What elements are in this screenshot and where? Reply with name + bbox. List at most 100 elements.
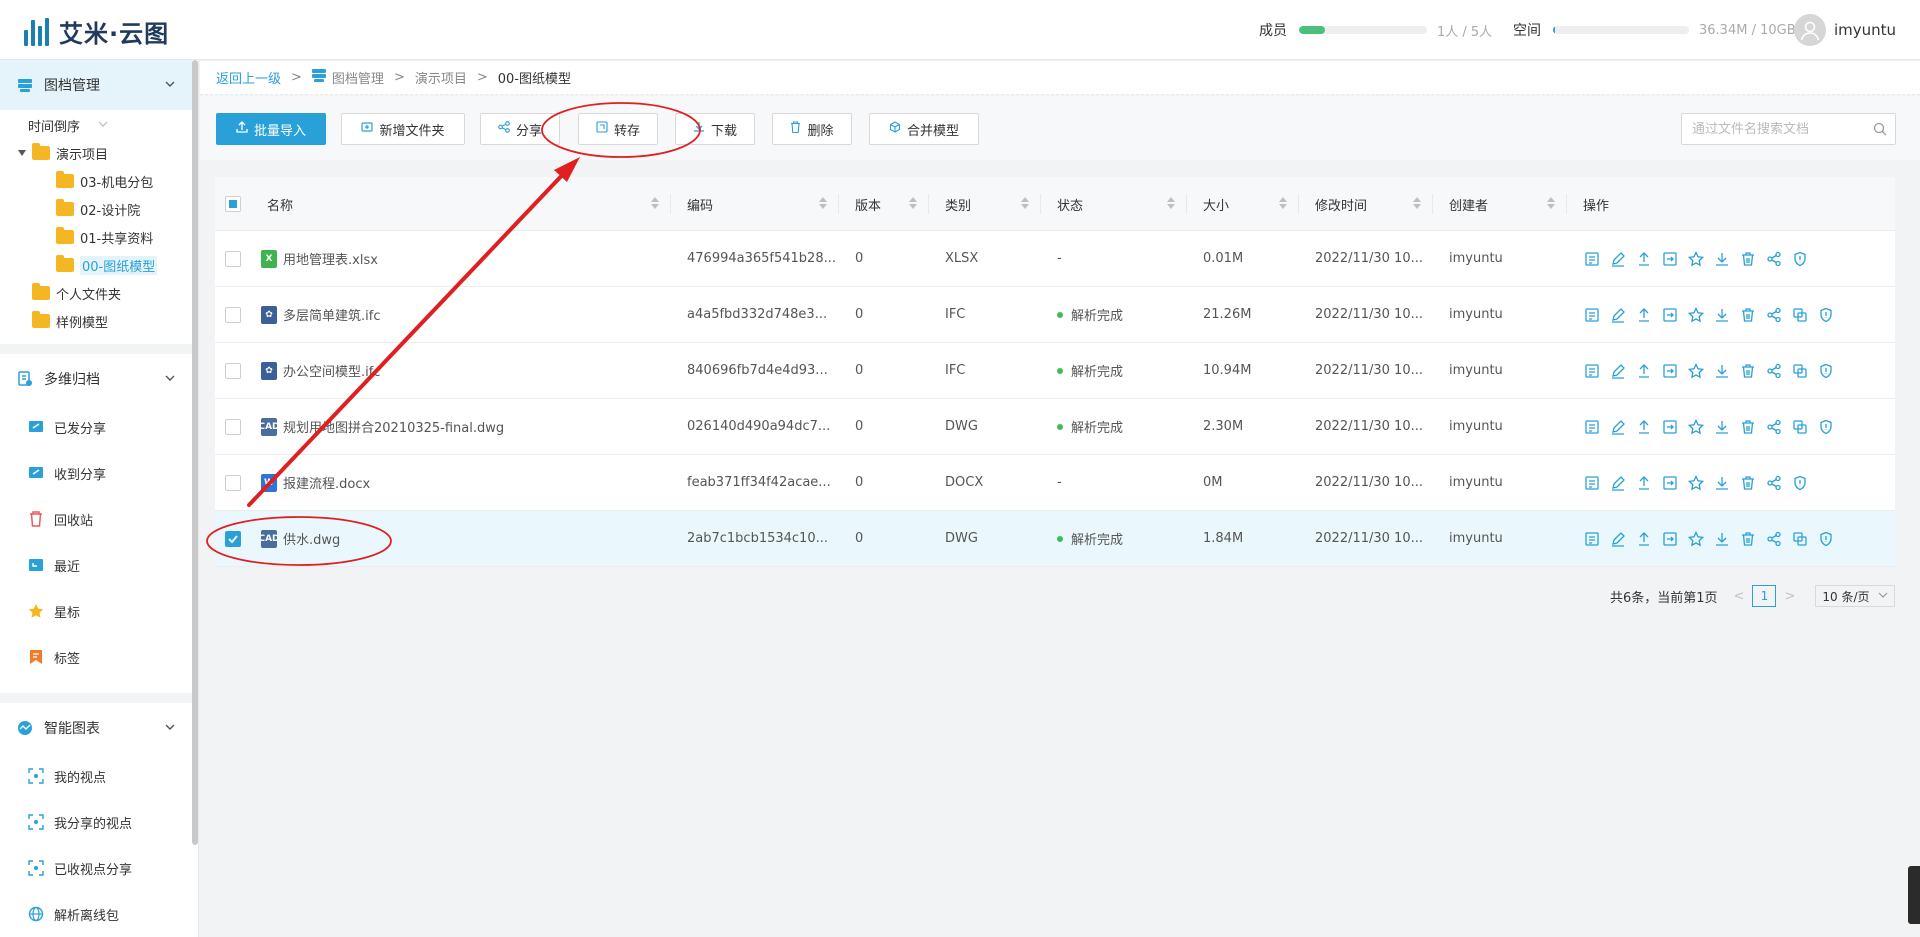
sort-icon[interactable]: [1279, 197, 1287, 209]
upload-version-icon[interactable]: [1635, 418, 1653, 436]
sidebar-item-tags[interactable]: 标签: [28, 646, 80, 668]
chevron-down-icon[interactable]: [164, 372, 176, 388]
tree-node-00[interactable]: 00-图纸模型: [56, 254, 158, 276]
compare-icon[interactable]: [1791, 418, 1809, 436]
transfer-icon[interactable]: [1661, 306, 1679, 324]
shield-icon[interactable]: [1791, 250, 1809, 268]
select-all-checkbox[interactable]: [225, 196, 241, 212]
detail-icon[interactable]: [1583, 474, 1601, 492]
upload-version-icon[interactable]: [1635, 530, 1653, 548]
detail-icon[interactable]: [1583, 362, 1601, 380]
sidebar-item-received-viewpoints[interactable]: 已收视点分享: [28, 857, 132, 879]
file-name-cell[interactable]: CAD 供水.dwg: [261, 511, 661, 566]
column-type[interactable]: 类别: [929, 177, 1041, 231]
share-icon[interactable]: [1765, 306, 1783, 324]
edit-icon[interactable]: [1609, 362, 1627, 380]
next-page-button[interactable]: >: [1784, 589, 1795, 604]
tree-node-03[interactable]: 03-机电分包: [56, 170, 153, 192]
upload-version-icon[interactable]: [1635, 474, 1653, 492]
share-icon[interactable]: [1765, 250, 1783, 268]
sidebar-section-multi[interactable]: 多维归档: [0, 354, 192, 404]
page-number-1[interactable]: 1: [1752, 585, 1777, 607]
sort-icon[interactable]: [651, 197, 659, 209]
sidebar-item-recycle-bin[interactable]: 回收站: [28, 508, 93, 530]
transfer-icon[interactable]: [1661, 530, 1679, 548]
trash-icon[interactable]: [1739, 530, 1757, 548]
edit-icon[interactable]: [1609, 250, 1627, 268]
download-button[interactable]: 下载: [675, 113, 755, 145]
transfer-icon[interactable]: [1661, 418, 1679, 436]
download-icon[interactable]: [1713, 306, 1731, 324]
transfer-icon[interactable]: [1661, 474, 1679, 492]
upload-version-icon[interactable]: [1635, 250, 1653, 268]
file-name-cell[interactable]: CAD 规划用地图拼合20210325-final.dwg: [261, 399, 661, 454]
row-checkbox[interactable]: [225, 307, 241, 323]
file-name-cell[interactable]: W 报建流程.docx: [261, 455, 661, 510]
trash-icon[interactable]: [1739, 474, 1757, 492]
star-icon[interactable]: [1687, 306, 1705, 324]
column-creator[interactable]: 创建者: [1433, 177, 1567, 231]
tree-node-samples[interactable]: 样例模型: [32, 310, 108, 332]
upload-version-icon[interactable]: [1635, 306, 1653, 324]
sort-icon[interactable]: [1167, 197, 1175, 209]
sidebar-item-starred[interactable]: 星标: [28, 600, 80, 622]
share-button[interactable]: 分享: [480, 113, 560, 145]
edit-icon[interactable]: [1609, 530, 1627, 548]
sort-icon[interactable]: [1413, 197, 1421, 209]
detail-icon[interactable]: [1583, 530, 1601, 548]
trash-icon[interactable]: [1739, 250, 1757, 268]
download-icon[interactable]: [1713, 362, 1731, 380]
detail-icon[interactable]: [1583, 306, 1601, 324]
download-icon[interactable]: [1713, 418, 1731, 436]
trash-icon[interactable]: [1739, 418, 1757, 436]
star-icon[interactable]: [1687, 250, 1705, 268]
table-row[interactable]: CAD 规划用地图拼合20210325-final.dwg 026140d490a9…: [215, 399, 1895, 455]
delete-button[interactable]: 删除: [772, 113, 852, 145]
compare-icon[interactable]: [1791, 530, 1809, 548]
avatar[interactable]: [1793, 14, 1826, 46]
detail-icon[interactable]: [1583, 418, 1601, 436]
row-checkbox[interactable]: [225, 419, 241, 435]
search-icon[interactable]: [1873, 122, 1887, 140]
sidebar-section-archive[interactable]: 图档管理: [0, 60, 192, 110]
sidebar-item-my-viewpoints[interactable]: 我的视点: [28, 765, 106, 787]
user-menu[interactable]: imyuntu: [1793, 14, 1896, 46]
compare-icon[interactable]: [1791, 306, 1809, 324]
share-icon[interactable]: [1765, 530, 1783, 548]
breadcrumb-level2[interactable]: 演示项目: [415, 68, 467, 87]
column-size[interactable]: 大小: [1187, 177, 1299, 231]
tree-node-root[interactable]: 演示项目: [18, 142, 108, 164]
page-size-select[interactable]: 10 条/页: [1815, 585, 1896, 607]
trash-icon[interactable]: [1739, 362, 1757, 380]
sort-icon[interactable]: [819, 197, 827, 209]
sidebar-item-shared-viewpoints[interactable]: 我分享的视点: [28, 811, 132, 833]
download-icon[interactable]: [1713, 530, 1731, 548]
batch-import-button[interactable]: 批量导入: [216, 113, 326, 145]
upload-version-icon[interactable]: [1635, 362, 1653, 380]
new-folder-button[interactable]: 新增文件夹: [341, 113, 465, 145]
shield-icon[interactable]: [1817, 530, 1835, 548]
shield-icon[interactable]: [1817, 418, 1835, 436]
sort-icon[interactable]: [909, 197, 917, 209]
edit-icon[interactable]: [1609, 474, 1627, 492]
search-input[interactable]: [1692, 121, 1867, 137]
share-icon[interactable]: [1765, 474, 1783, 492]
star-icon[interactable]: [1687, 474, 1705, 492]
sidebar-item-recent[interactable]: 最近: [28, 554, 80, 576]
column-name[interactable]: 名称: [251, 177, 671, 231]
shield-icon[interactable]: [1791, 474, 1809, 492]
edit-icon[interactable]: [1609, 418, 1627, 436]
prev-page-button[interactable]: <: [1734, 589, 1745, 604]
table-row[interactable]: X 用地管理表.xlsx 476994a365f541b28... 0 XLSX - 0.0…: [215, 231, 1895, 287]
sort-select[interactable]: 时间倒序: [28, 114, 108, 136]
side-handle[interactable]: [1908, 866, 1920, 924]
merge-model-button[interactable]: 合并模型: [869, 113, 979, 145]
column-code[interactable]: 编码: [671, 177, 839, 231]
share-icon[interactable]: [1765, 418, 1783, 436]
row-checkbox[interactable]: [225, 363, 241, 379]
edit-icon[interactable]: [1609, 306, 1627, 324]
file-name-cell[interactable]: X 用地管理表.xlsx: [261, 231, 661, 286]
sidebar-item-received-share[interactable]: 收到分享: [28, 462, 106, 484]
chevron-down-icon[interactable]: [164, 78, 176, 94]
sidebar-item-sent-share[interactable]: 已发分享: [28, 416, 106, 438]
